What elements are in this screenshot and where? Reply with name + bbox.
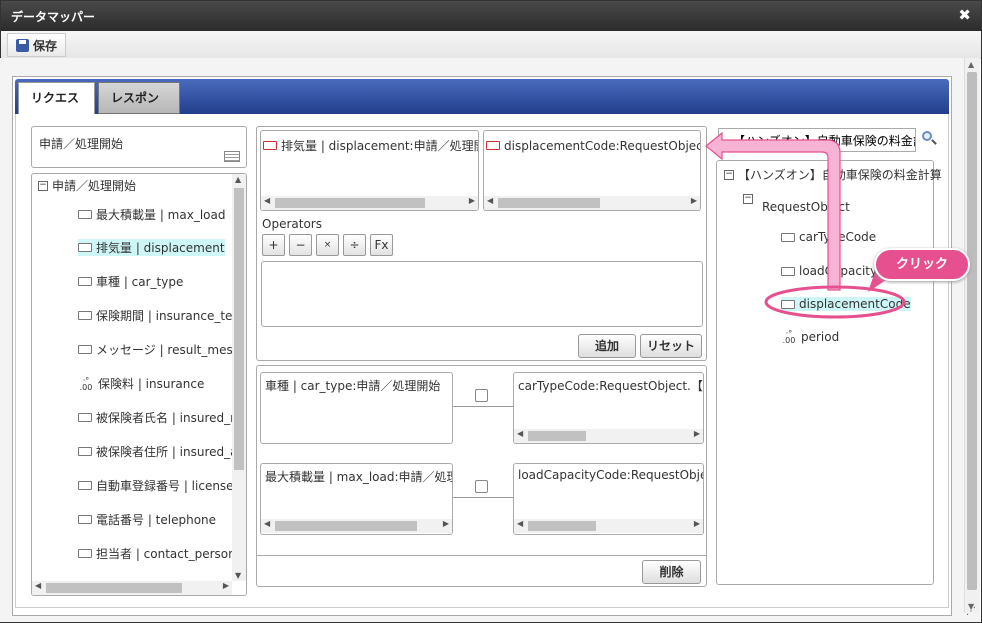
resize-grip-icon[interactable]: ⋰: [966, 606, 976, 617]
annotation-arrow: [705, 131, 841, 291]
highlight-ring: [764, 285, 906, 319]
click-callout: クリック: [874, 248, 970, 281]
annotation-overlay: [705, 131, 906, 319]
